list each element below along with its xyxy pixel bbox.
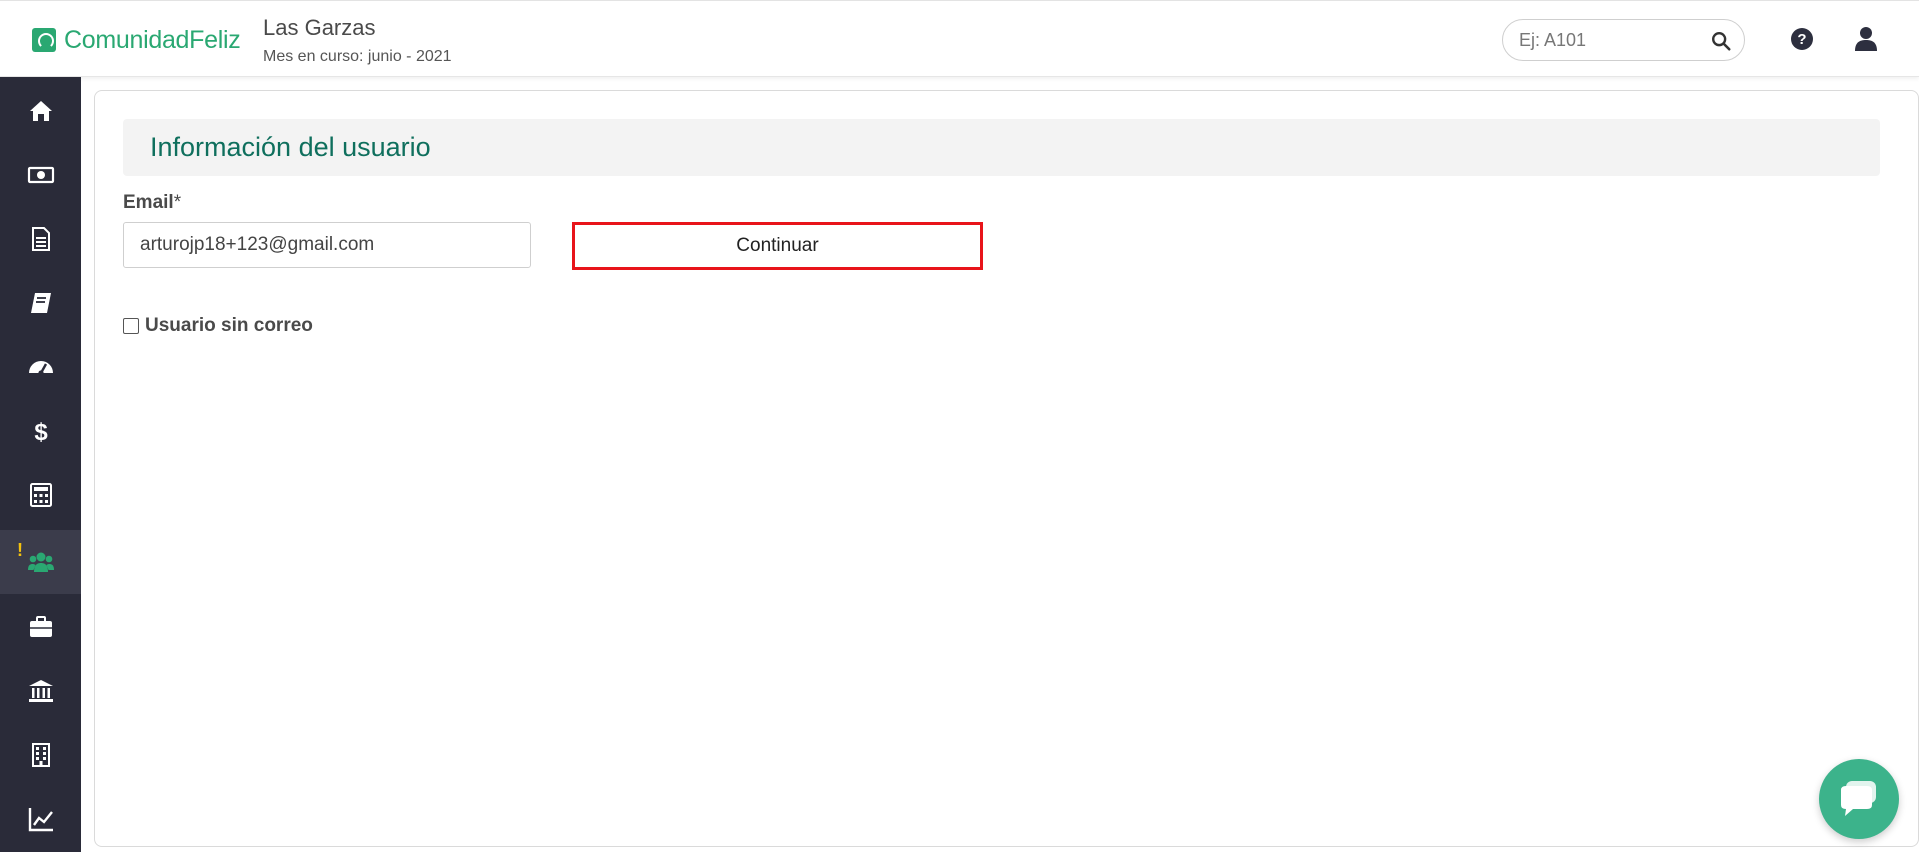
search-box: [1502, 19, 1745, 61]
logo-icon: [32, 28, 56, 52]
alert-indicator: !: [17, 540, 23, 560]
bank-icon: [28, 680, 53, 702]
sidebar-item-money[interactable]: [0, 143, 81, 207]
sidebar-item-reports[interactable]: [0, 787, 81, 851]
briefcase-icon: [29, 616, 52, 637]
dollar-icon: $: [34, 419, 48, 445]
book-icon: [30, 293, 51, 313]
email-label-text: Email: [123, 192, 174, 213]
no-email-label: Usuario sin correo: [145, 315, 313, 336]
calculator-icon: [29, 483, 52, 507]
sidebar: $ !: [0, 77, 81, 852]
chart-line-icon: [28, 808, 53, 832]
community-name: Las Garzas: [263, 15, 376, 40]
help-icon[interactable]: ?: [1790, 27, 1814, 51]
svg-text:?: ?: [1797, 31, 1806, 48]
svg-text:$: $: [34, 419, 48, 445]
sidebar-item-calculator[interactable]: [0, 463, 81, 527]
main-panel: Información del usuario Email* Continuar…: [94, 90, 1919, 847]
chat-icon: [1841, 781, 1876, 816]
search-icon[interactable]: [1710, 30, 1732, 52]
sidebar-item-documents[interactable]: [0, 207, 81, 271]
sidebar-item-building[interactable]: [0, 723, 81, 787]
search-input[interactable]: [1519, 29, 1709, 51]
continue-button[interactable]: Continuar: [572, 222, 983, 270]
required-mark: *: [173, 192, 182, 213]
sidebar-item-dashboard[interactable]: [0, 335, 81, 399]
no-email-option[interactable]: Usuario sin correo: [123, 315, 313, 337]
sidebar-item-briefcase[interactable]: [0, 595, 81, 659]
sidebar-item-users[interactable]: !: [0, 530, 81, 594]
section-title: Información del usuario: [150, 132, 431, 162]
users-icon: [27, 552, 54, 572]
no-email-checkbox[interactable]: [123, 318, 139, 334]
sidebar-item-payments[interactable]: $: [0, 399, 81, 463]
logo-text: ComunidadFeliz: [64, 25, 241, 54]
section-header: Información del usuario: [123, 119, 1880, 176]
building-icon: [31, 743, 50, 767]
sidebar-item-book[interactable]: [0, 271, 81, 335]
sidebar-item-bank[interactable]: [0, 659, 81, 723]
community-info: Las Garzas Mes en curso: junio - 2021: [263, 15, 452, 67]
home-icon: [29, 101, 52, 121]
logo[interactable]: ComunidadFeliz: [32, 25, 241, 54]
current-month: Mes en curso: junio - 2021: [263, 48, 452, 65]
email-label: Email*: [123, 192, 181, 214]
document-icon: [31, 227, 50, 251]
email-field[interactable]: [123, 222, 531, 268]
top-header: ComunidadFeliz Las Garzas Mes en curso: …: [0, 0, 1919, 77]
sidebar-item-home[interactable]: [0, 79, 81, 143]
dashboard-gauge-icon: [28, 361, 53, 376]
chat-button[interactable]: [1819, 759, 1899, 839]
user-profile-icon[interactable]: [1854, 26, 1878, 52]
money-bill-icon: [27, 166, 54, 184]
